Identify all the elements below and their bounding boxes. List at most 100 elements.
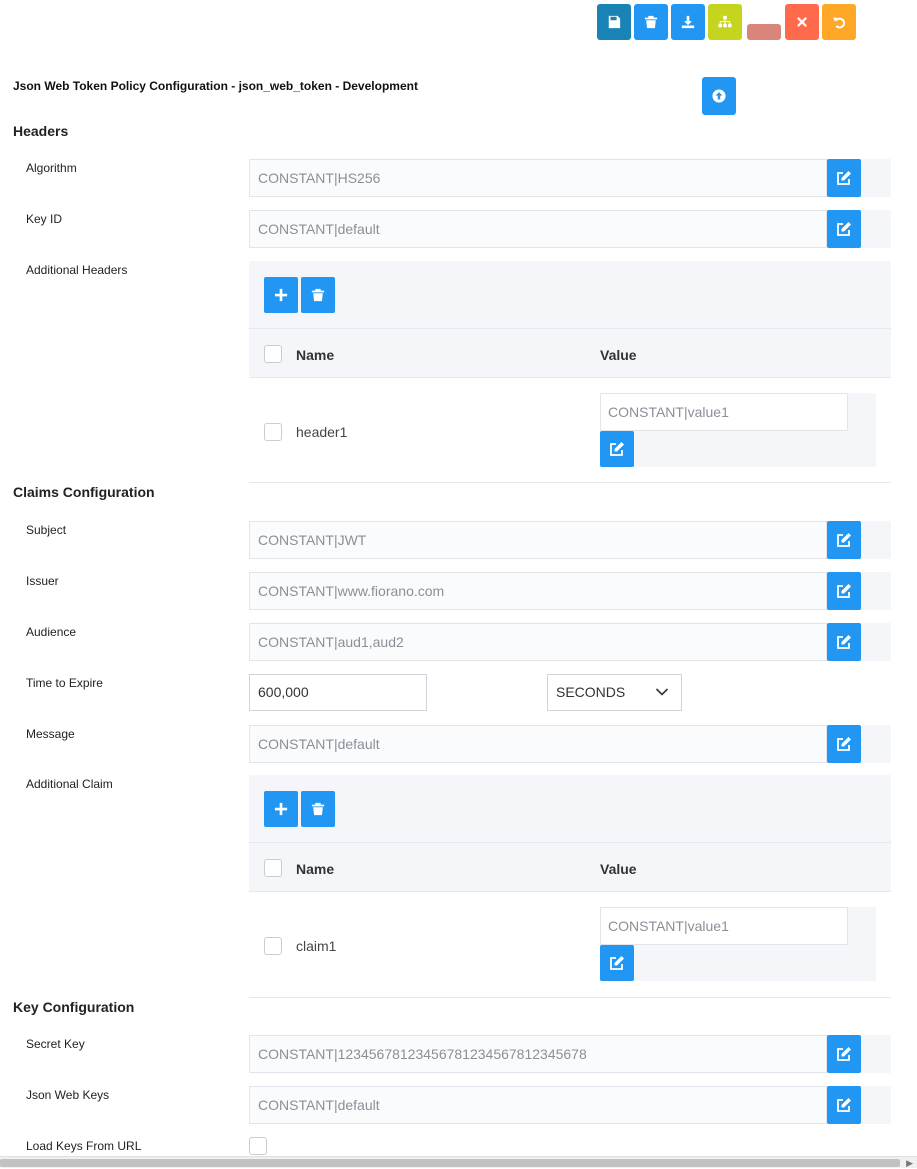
message-input[interactable]: CONSTANT|default <box>249 725 827 763</box>
edit-icon <box>837 635 851 649</box>
claims-table-toolbar <box>249 775 891 842</box>
secret-key-input[interactable]: CONSTANT|1234567812345678123456781234567… <box>249 1035 827 1073</box>
key-section-title: Key Configuration <box>13 999 135 1015</box>
edit-icon <box>837 171 851 185</box>
claim-row-value-panel: CONSTANT|value1 <box>600 907 876 981</box>
audience-label: Audience <box>26 625 77 639</box>
load-keys-from-url-label: Load Keys From URL <box>26 1139 142 1153</box>
upload-button[interactable] <box>702 77 736 115</box>
headers-section-title: Headers <box>13 123 69 139</box>
arrow-up-circle-icon <box>712 89 726 103</box>
undo-icon <box>833 17 845 29</box>
time-to-expire-input[interactable]: 600,000 <box>249 674 427 711</box>
time-unit-selected: SECONDS <box>556 684 626 700</box>
claim-row-name: claim1 <box>296 938 337 954</box>
additional-claim-label: Additional Claim <box>26 777 113 791</box>
header-row-value-input[interactable]: CONSTANT|value1 <box>600 393 848 431</box>
additional-headers-label: Additional Headers <box>26 263 128 277</box>
secret-key-field: CONSTANT|1234567812345678123456781234567… <box>249 1035 891 1073</box>
chevron-down-icon <box>655 688 669 696</box>
hierarchy-button[interactable] <box>708 4 742 40</box>
edit-icon <box>837 1098 851 1112</box>
algorithm-label: Algorithm <box>26 161 77 175</box>
subject-edit-button[interactable] <box>827 521 861 559</box>
key-id-label: Key ID <box>26 212 63 226</box>
delete-claim-button[interactable] <box>301 791 335 827</box>
time-unit-select[interactable]: SECONDS <box>547 674 682 711</box>
trash-icon <box>311 802 325 816</box>
add-header-button[interactable] <box>264 277 298 313</box>
edit-icon <box>837 533 851 547</box>
algorithm-field: CONSTANT|HS256 <box>249 159 891 197</box>
load-keys-from-url-checkbox[interactable] <box>249 1137 267 1155</box>
column-header-value: Value <box>600 347 637 363</box>
column-header-name: Name <box>296 861 335 877</box>
delete-button[interactable] <box>634 4 668 40</box>
key-id-field: CONSTANT|default <box>249 210 891 248</box>
trash-icon <box>644 15 658 29</box>
edit-icon <box>837 222 851 236</box>
secret-key-edit-button[interactable] <box>827 1035 861 1073</box>
page-title: Json Web Token Policy Configuration - js… <box>13 79 418 93</box>
headers-table-head: Name Value <box>249 328 891 378</box>
subject-label: Subject <box>26 523 67 537</box>
scrollbar-thumb[interactable] <box>0 1159 900 1167</box>
delete-header-button[interactable] <box>301 277 335 313</box>
save-icon <box>608 15 621 29</box>
issuer-input[interactable]: CONSTANT|www.fiorano.com <box>249 572 827 610</box>
json-web-keys-label: Json Web Keys <box>26 1088 110 1102</box>
save-button[interactable] <box>597 4 631 40</box>
additional-headers-table: Name Value header1 CONSTANT|value1 <box>249 261 891 483</box>
claim-row-checkbox[interactable] <box>264 937 282 955</box>
close-icon <box>797 17 807 27</box>
json-web-keys-edit-button[interactable] <box>827 1086 861 1124</box>
edit-icon <box>837 737 851 751</box>
message-field: CONSTANT|default <box>249 725 891 763</box>
plus-icon <box>274 802 288 816</box>
edit-icon <box>837 584 851 598</box>
key-id-input[interactable]: CONSTANT|default <box>249 210 827 248</box>
close-button[interactable] <box>785 4 819 40</box>
audience-input[interactable]: CONSTANT|aud1,aud2 <box>249 623 827 661</box>
algorithm-input[interactable]: CONSTANT|HS256 <box>249 159 827 197</box>
audience-edit-button[interactable] <box>827 623 861 661</box>
undo-button[interactable] <box>822 4 856 40</box>
sitemap-icon <box>718 15 732 28</box>
scroll-right-arrow-icon[interactable]: ▶ <box>906 1158 913 1169</box>
algorithm-edit-button[interactable] <box>827 159 861 197</box>
select-all-claims-checkbox[interactable] <box>264 859 282 877</box>
plus-icon <box>274 288 288 302</box>
header-row-name: header1 <box>296 424 348 440</box>
edit-icon <box>837 1047 851 1061</box>
add-claim-button[interactable] <box>264 791 298 827</box>
download-icon <box>681 15 695 29</box>
issuer-edit-button[interactable] <box>827 572 861 610</box>
blank-button[interactable] <box>747 24 781 40</box>
claim-row-edit-button[interactable] <box>600 945 634 981</box>
column-header-name: Name <box>296 347 335 363</box>
issuer-field: CONSTANT|www.fiorano.com <box>249 572 891 610</box>
additional-claim-table: Name Value claim1 CONSTANT|value1 <box>249 775 891 998</box>
time-to-expire-label: Time to Expire <box>26 676 103 690</box>
trash-icon <box>311 288 325 302</box>
subject-input[interactable]: CONSTANT|JWT <box>249 521 827 559</box>
claim-row-value-input[interactable]: CONSTANT|value1 <box>600 907 848 945</box>
secret-key-label: Secret Key <box>26 1037 85 1051</box>
horizontal-scrollbar[interactable]: ▶ <box>0 1156 917 1168</box>
issuer-label: Issuer <box>26 574 59 588</box>
json-web-keys-field: CONSTANT|default <box>249 1086 891 1124</box>
headers-table-toolbar <box>249 261 891 328</box>
key-id-edit-button[interactable] <box>827 210 861 248</box>
select-all-headers-checkbox[interactable] <box>264 345 282 363</box>
audience-field: CONSTANT|aud1,aud2 <box>249 623 891 661</box>
json-web-keys-input[interactable]: CONSTANT|default <box>249 1086 827 1124</box>
edit-icon <box>610 442 624 456</box>
message-edit-button[interactable] <box>827 725 861 763</box>
claims-table-head: Name Value <box>249 842 891 892</box>
header-row-edit-button[interactable] <box>600 431 634 467</box>
header-row-checkbox[interactable] <box>264 423 282 441</box>
download-button[interactable] <box>671 4 705 40</box>
edit-icon <box>610 956 624 970</box>
header-row-value-panel: CONSTANT|value1 <box>600 393 876 467</box>
column-header-value: Value <box>600 861 637 877</box>
